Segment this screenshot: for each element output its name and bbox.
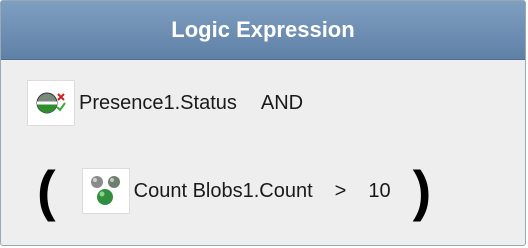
close-paren: ) [412,159,432,222]
and-operator[interactable]: AND [261,92,303,115]
open-paren: ( [37,159,56,222]
count-blobs-label: Count Blobs1.Count [133,179,313,202]
greater-than-operator[interactable]: > [335,180,347,203]
panel-title: Logic Expression [171,17,355,42]
threshold-value[interactable]: 10 [368,180,390,203]
panel-header: Logic Expression [1,1,525,60]
logic-expression-panel: Logic Expression Presence1.Status AND ( [0,0,526,246]
presence-status-label: Presence1.Status [79,91,237,114]
expression-row-count[interactable]: ( Count Blobs1.Count > 10 ) [37,159,431,223]
expression-row-presence[interactable]: Presence1.Status AND [27,79,303,127]
presence-status-icon [27,80,75,126]
count-blobs-icon [81,168,130,214]
